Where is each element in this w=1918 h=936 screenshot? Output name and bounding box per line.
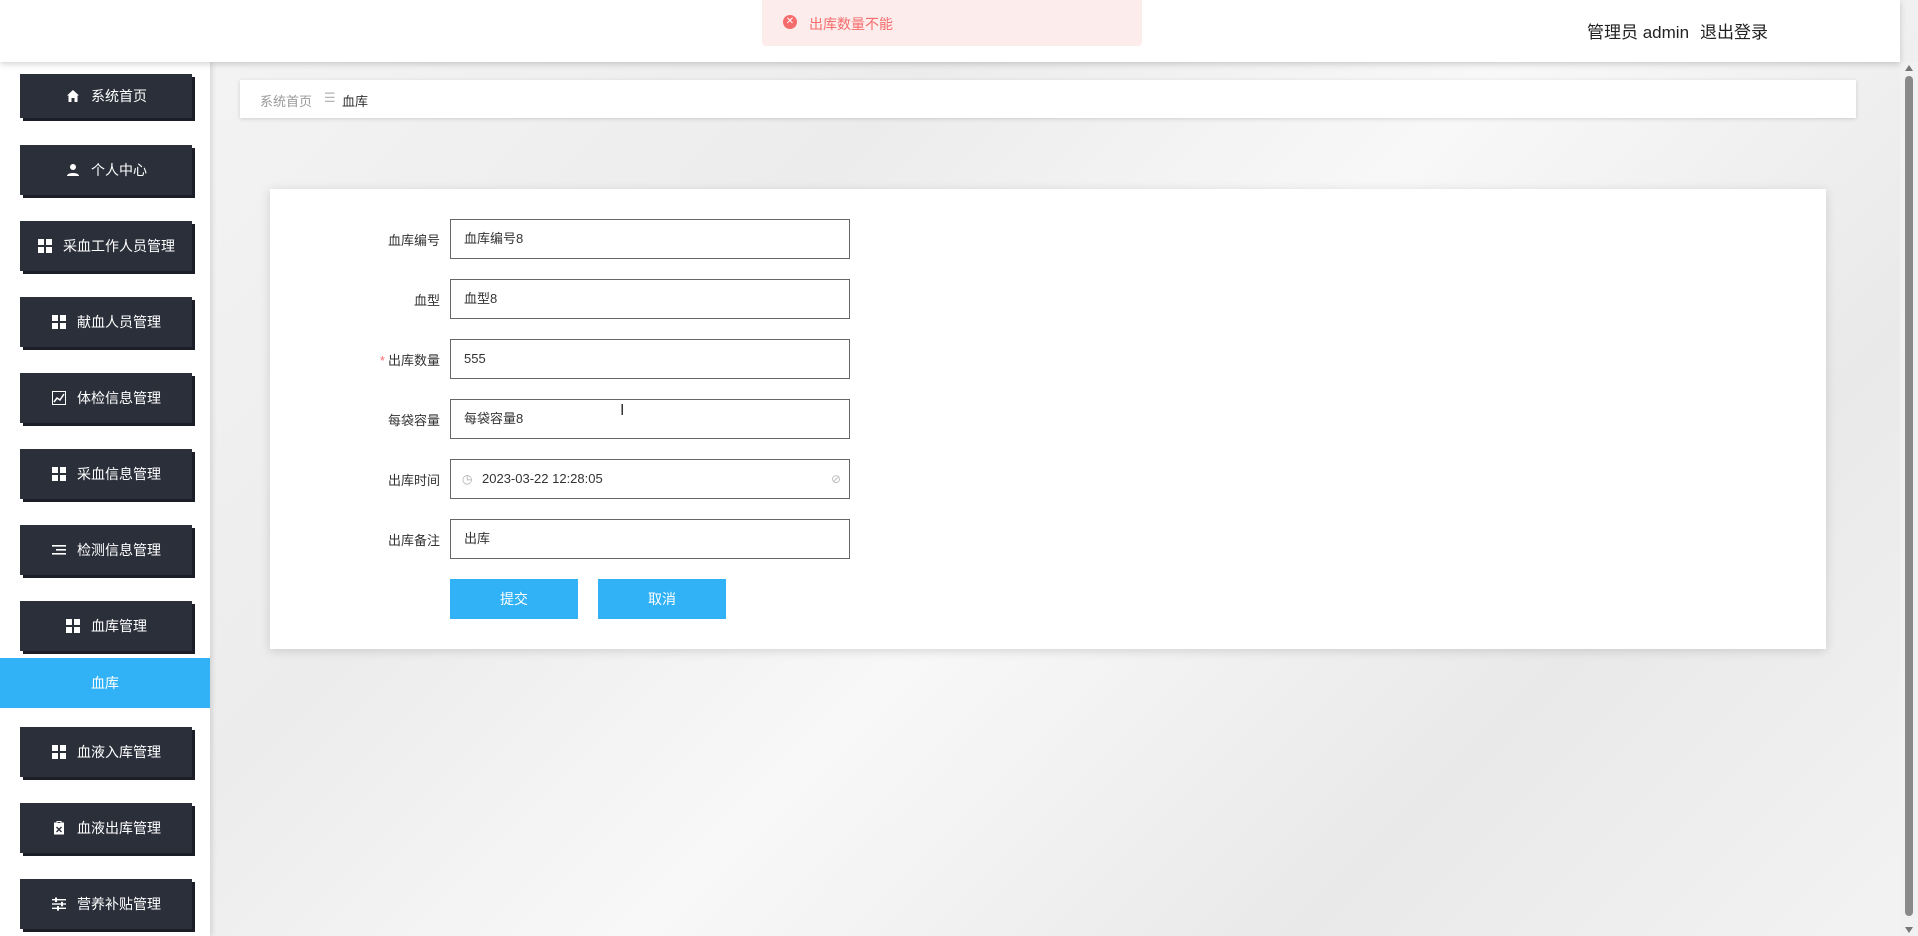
- sidebar-item-label: 营养补贴管理: [77, 896, 161, 912]
- breadcrumb-current: 血库: [342, 94, 369, 109]
- sidebar-item-label: 个人中心: [91, 162, 147, 178]
- user-label: 管理员 admin: [1587, 23, 1690, 42]
- bag-capacity-input[interactable]: 每袋容量8: [450, 399, 850, 439]
- field-label: 血库编号: [387, 233, 440, 248]
- grid-icon: [51, 744, 67, 760]
- sidebar-subitem-label: 血库: [91, 675, 119, 691]
- scroll-down-icon[interactable]: [1905, 927, 1913, 933]
- blood-type-input[interactable]: 血型8: [450, 279, 850, 319]
- required-mark: *: [379, 353, 385, 368]
- cancel-button[interactable]: 取消: [598, 579, 726, 619]
- grid-icon: [65, 618, 81, 634]
- field-label: 血型: [413, 293, 440, 308]
- submit-button[interactable]: 提交: [450, 579, 578, 619]
- edit-form-card: 血库编号 血库编号8 血型 血型8 * 出库数量 555 每袋容量 每袋容量8 出…: [270, 189, 1826, 649]
- sidebar-item-label: 采血工作人员管理: [63, 238, 175, 254]
- sidebar-item-label: 体检信息管理: [77, 390, 161, 406]
- field-label: 出库数量: [387, 353, 440, 368]
- sidebar-item-blood-bank[interactable]: 血库管理: [20, 601, 192, 651]
- remark-input[interactable]: 出库: [450, 519, 850, 559]
- sidebar-item-label: 系统首页: [91, 88, 147, 104]
- out-time-value: 2023-03-22 12:28:05: [482, 471, 603, 486]
- form-row-remark: 出库备注 出库: [270, 519, 1170, 559]
- sidebar-item-blood-inbound[interactable]: 血液入库管理: [20, 727, 192, 777]
- sidebar-subitem-blood-bank[interactable]: 血库: [0, 658, 210, 708]
- sidebar-item-testing[interactable]: 检测信息管理: [20, 525, 192, 575]
- sidebar-item-checkup[interactable]: 体检信息管理: [20, 373, 192, 423]
- breadcrumb: 系统首页 ☰ 血库: [240, 80, 1856, 118]
- logout-link[interactable]: 退出登录: [1700, 18, 1768, 43]
- sidebar-item-donors[interactable]: 献血人员管理: [20, 297, 192, 347]
- scroll-up-icon[interactable]: [1905, 65, 1913, 71]
- field-label: 出库备注: [387, 533, 440, 548]
- sidebar: 系统首页 个人中心 采血工作人员管理 献血人员管理 体检信息管理 采血信息管理 …: [0, 62, 210, 936]
- form-row-out-quantity: * 出库数量 555: [270, 339, 1170, 379]
- grid-icon: [37, 238, 53, 254]
- form-row-out-time: 出库时间 ◷ 2023-03-22 12:28:05 ⊘: [270, 459, 1170, 499]
- error-circle-icon: ✕: [783, 15, 797, 29]
- out-time-picker[interactable]: ◷ 2023-03-22 12:28:05 ⊘: [450, 459, 850, 499]
- sidebar-item-label: 献血人员管理: [77, 314, 161, 330]
- breadcrumb-home-link[interactable]: 系统首页: [260, 91, 312, 110]
- sidebar-item-label: 采血信息管理: [77, 466, 161, 482]
- bank-id-input[interactable]: 血库编号8: [450, 219, 850, 259]
- home-icon: [65, 88, 81, 104]
- out-quantity-input[interactable]: 555: [450, 339, 850, 379]
- field-label: 每袋容量: [387, 413, 440, 428]
- sidebar-item-label: 血液入库管理: [77, 744, 161, 760]
- list-icon: [51, 542, 67, 558]
- page-scrollbar[interactable]: [1900, 62, 1918, 936]
- chart-icon: [51, 390, 67, 406]
- sidebar-item-profile[interactable]: 个人中心: [20, 145, 192, 195]
- sidebar-item-home[interactable]: 系统首页: [20, 74, 192, 118]
- toast-message: 出库数量不能: [809, 16, 893, 32]
- sidebar-item-blood-outbound[interactable]: 血液出库管理: [20, 803, 192, 853]
- sidebar-item-nutrition[interactable]: 营养补贴管理: [20, 879, 192, 929]
- form-row-blood-type: 血型 血型8: [270, 279, 1170, 319]
- sidebar-item-label: 血液出库管理: [77, 820, 161, 836]
- form-row-bag-capacity: 每袋容量 每袋容量8: [270, 399, 1170, 439]
- grid-icon: [51, 466, 67, 482]
- scrollbar-thumb[interactable]: [1905, 76, 1913, 916]
- error-toast: ✕ 出库数量不能: [762, 0, 1142, 46]
- grid-icon: [51, 314, 67, 330]
- sidebar-item-collection-info[interactable]: 采血信息管理: [20, 449, 192, 499]
- sliders-icon: [51, 896, 67, 912]
- user-icon: [65, 162, 81, 178]
- form-row-bank-id: 血库编号 血库编号8: [270, 219, 1170, 259]
- field-label: 出库时间: [387, 473, 440, 488]
- breadcrumb-separator-icon: ☰: [324, 90, 336, 105]
- text-cursor-icon: I: [620, 402, 625, 419]
- sidebar-item-collection-staff[interactable]: 采血工作人员管理: [20, 221, 192, 271]
- clipboard-icon: [51, 820, 67, 836]
- clear-icon[interactable]: ⊘: [831, 460, 841, 498]
- sidebar-item-label: 检测信息管理: [77, 542, 161, 558]
- clock-icon: ◷: [462, 472, 473, 486]
- sidebar-item-label: 血库管理: [91, 618, 147, 634]
